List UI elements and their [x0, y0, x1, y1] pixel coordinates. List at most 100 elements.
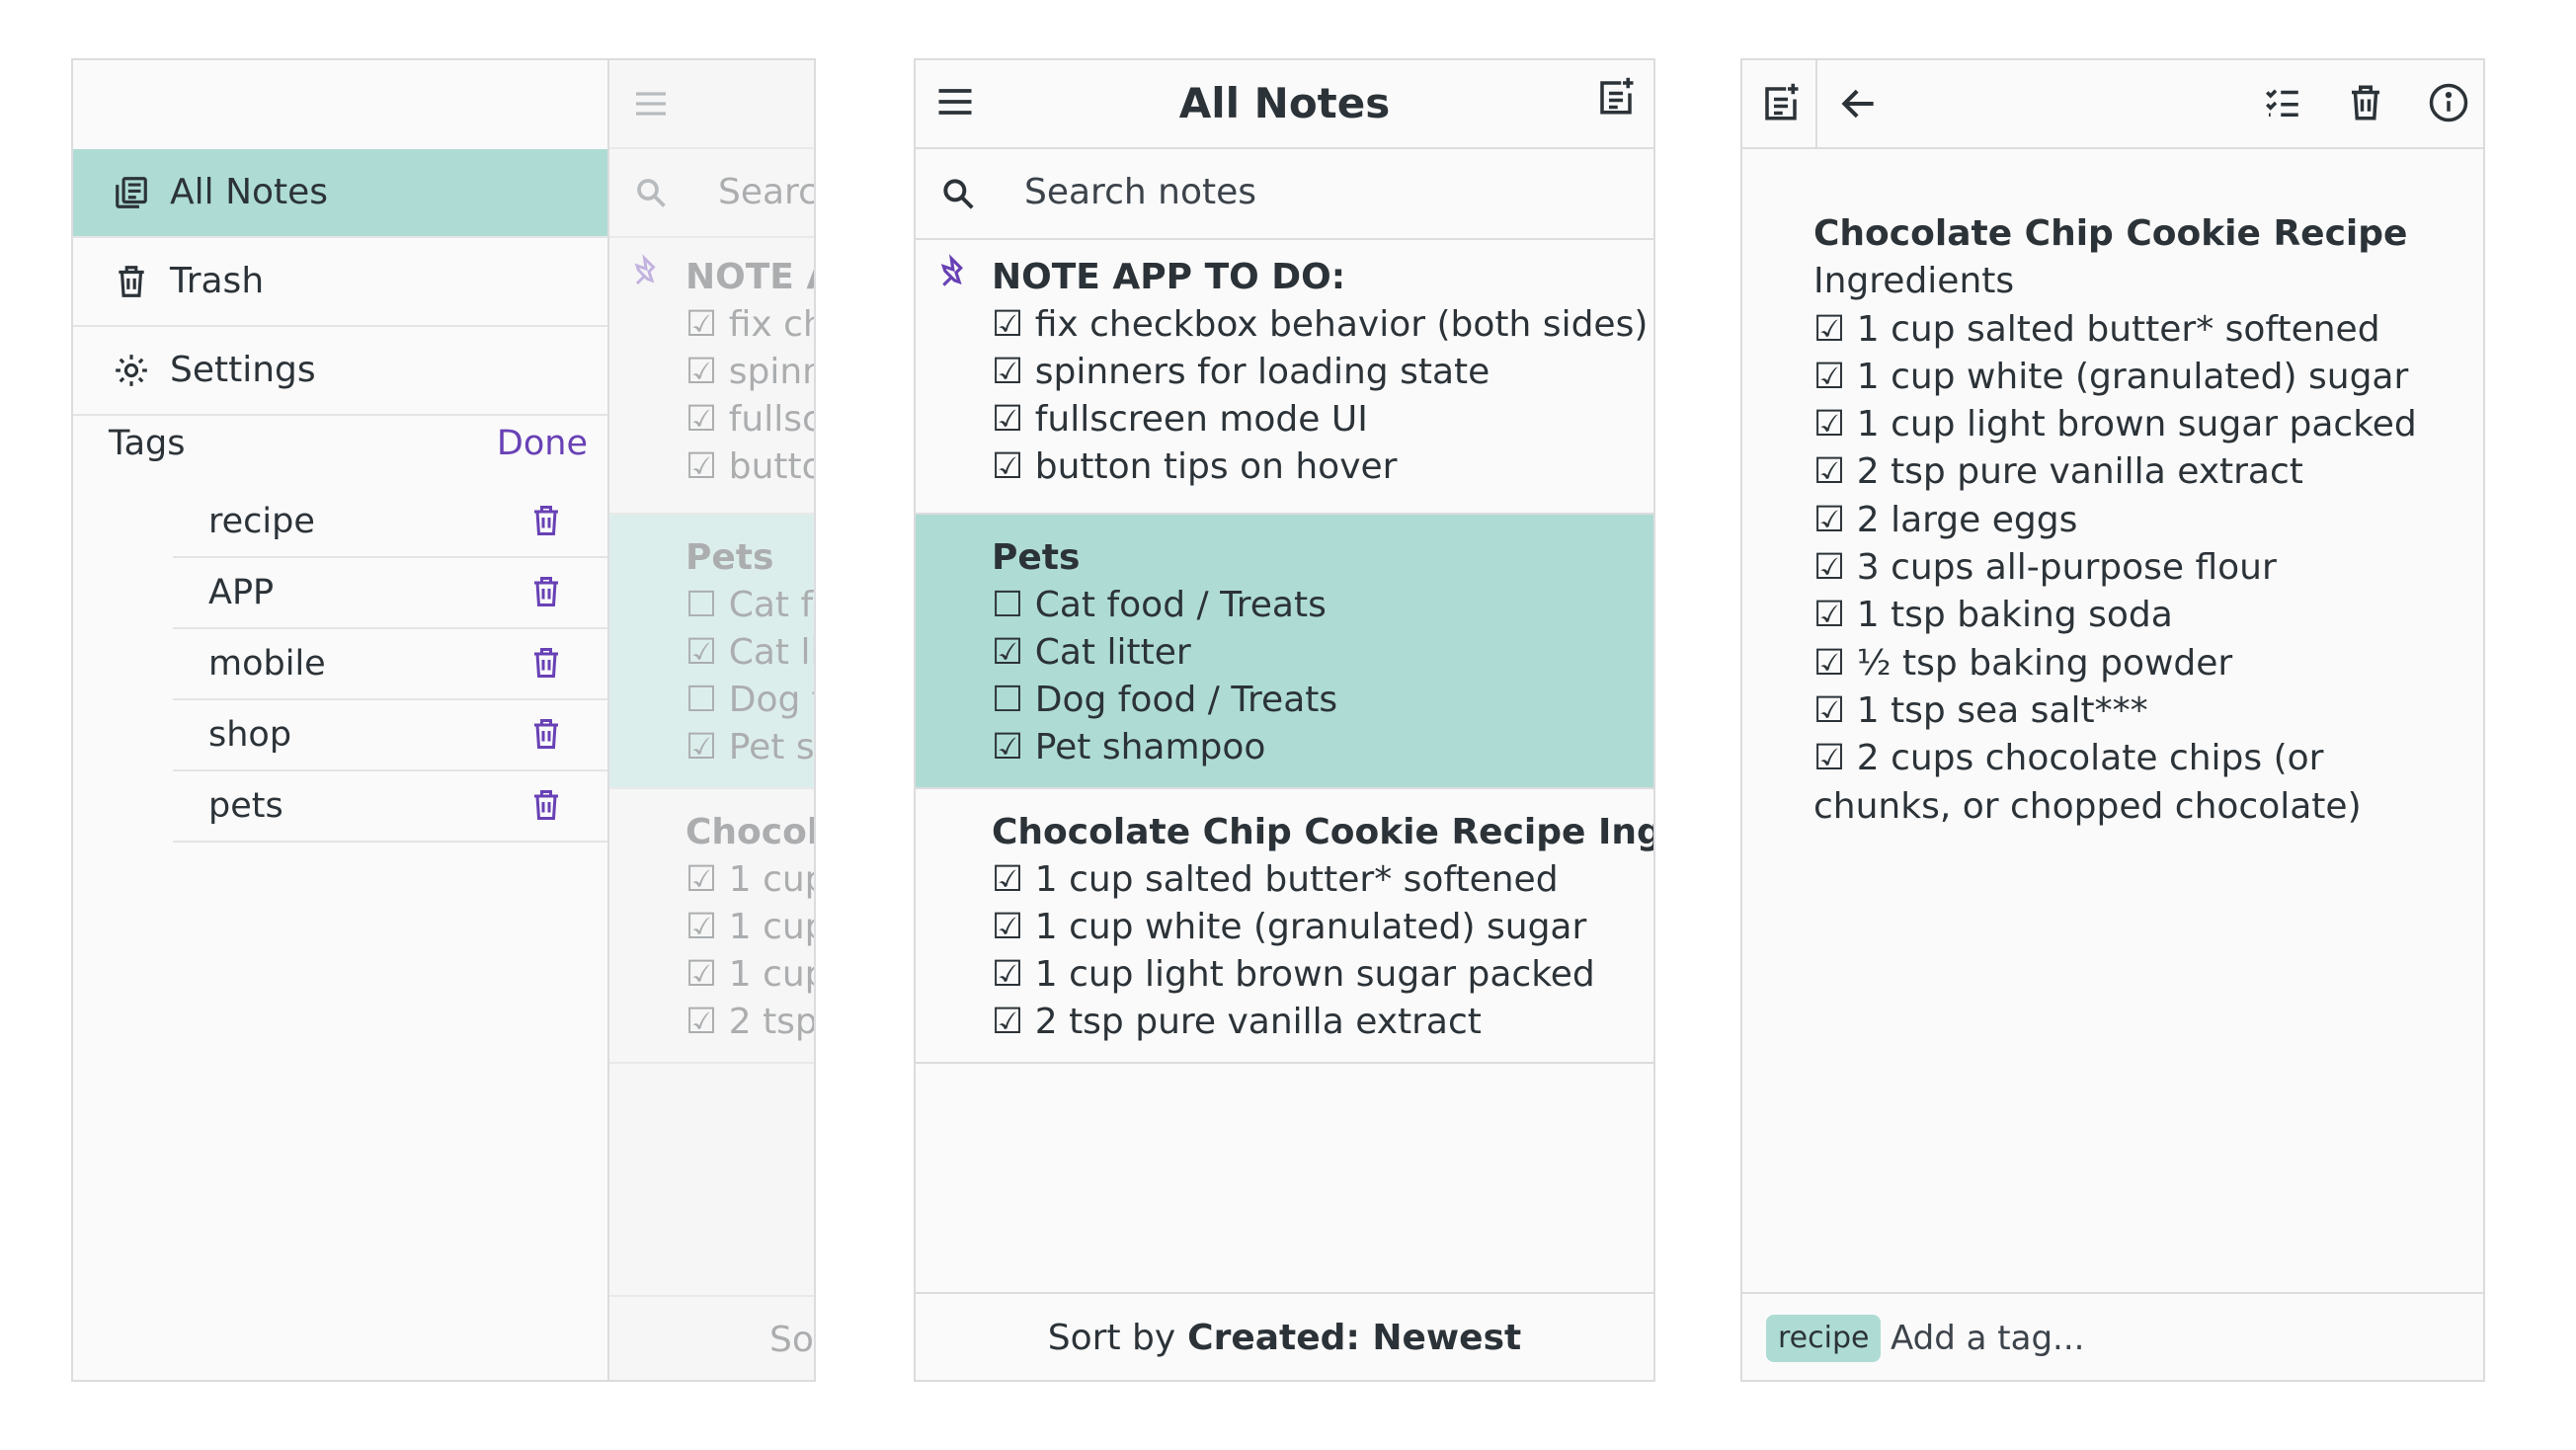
note-item-selected[interactable]: Pets ☐ Cat food / Treats ☑ Cat litter ☐ …: [916, 515, 1653, 789]
sidebar-panel: All Notes Trash Settings Tags Done recip…: [71, 58, 816, 1382]
ghost-note-line: ☑ Pet sh: [685, 727, 815, 767]
note-line: ☑ Pet shampoo: [992, 727, 1266, 767]
checklist-item[interactable]: ☑ 1 cup salted butter* softened: [1813, 306, 2446, 354]
ghost-note-line: ☑ 1 cup: [685, 907, 816, 947]
ghost-sort-label: So: [769, 1320, 814, 1360]
tag-chip[interactable]: recipe: [1766, 1315, 1882, 1362]
checklist-item[interactable]: ☑ 1 cup white (granulated) sugar: [1813, 354, 2446, 401]
trash-icon[interactable]: [2345, 82, 2386, 123]
search-icon: [633, 175, 669, 210]
trash-icon: [113, 263, 150, 300]
sidebar-item-all-notes[interactable]: All Notes: [73, 149, 607, 238]
note-item[interactable]: Chocolate Chip Cookie Recipe Ingr... ☑ 1…: [916, 789, 1653, 1064]
add-tag-input[interactable]: Add a tag...: [1891, 1314, 2084, 1363]
sort-bar[interactable]: Sort by Created: Newest: [916, 1292, 1653, 1380]
back-arrow-icon[interactable]: [1837, 82, 1881, 125]
checklist-item[interactable]: ☑ ½ tsp baking powder: [1813, 640, 2446, 687]
trash-icon[interactable]: [528, 503, 564, 538]
menu-icon: [631, 84, 671, 123]
editor-panel: Chocolate Chip Cookie Recipe Ingredients…: [1740, 58, 2485, 1382]
sidebar-item-label: All Notes: [170, 172, 329, 212]
ghost-note-line: ☑ 1 cup: [685, 859, 816, 900]
new-note-icon[interactable]: [1595, 76, 1637, 118]
ghost-search: Search: [609, 149, 816, 238]
trash-icon[interactable]: [528, 716, 564, 752]
tag-item[interactable]: shop: [173, 700, 607, 771]
ghost-note-line: ☑ fullscr: [685, 399, 814, 440]
tags-header: Tags Done: [73, 416, 607, 475]
search-input[interactable]: Search notes: [1024, 169, 1256, 216]
ghost-note-title: Pets: [685, 537, 774, 578]
tag-bar: recipe Add a tag...: [1742, 1292, 2483, 1380]
trash-icon[interactable]: [528, 645, 564, 681]
sidebar-item-settings[interactable]: Settings: [73, 327, 607, 416]
ghost-note: Pets ☐ Cat fo ☑ Cat lit ☐ Dog f ☑ Pet sh: [609, 515, 816, 789]
sidebar-item-trash[interactable]: Trash: [73, 238, 607, 327]
info-icon[interactable]: [2428, 82, 2469, 123]
checklist-item[interactable]: ☑ 1 tsp sea salt***: [1813, 687, 2446, 735]
checklist-item[interactable]: ☑ 2 cups chocolate chips (or chunks, or …: [1813, 735, 2446, 831]
note-line: ☑ 1 cup salted butter* softened: [992, 859, 1559, 900]
tag-name: recipe: [208, 502, 315, 541]
checklist-item[interactable]: ☑ 2 large eggs: [1813, 497, 2446, 544]
note-line: ☑ 2 tsp pure vanilla extract: [992, 1002, 1482, 1042]
checklist-icon[interactable]: [2262, 82, 2303, 123]
ghost-note-title: NOTE A: [685, 257, 814, 297]
toolbar-divider: [1815, 60, 1817, 147]
note-line: ☑ fix checkbox behavior (both sides): [992, 304, 1649, 345]
note-line: ☑ button tips on hover: [992, 446, 1398, 487]
checklist-item[interactable]: ☑ 1 tsp baking soda: [1813, 592, 2446, 639]
trash-icon[interactable]: [528, 787, 564, 823]
ghost-note: NOTE A ☑ fix che ☑ spinn ☑ fullscr ☑ but…: [609, 240, 816, 515]
ghost-note-line: ☐ Dog f: [685, 680, 816, 720]
tag-item[interactable]: pets: [173, 771, 607, 843]
search-bar[interactable]: Search notes: [916, 149, 1653, 240]
tag-item[interactable]: recipe: [173, 487, 607, 558]
note-line: ☑ Cat litter: [992, 632, 1191, 673]
ghost-search-placeholder: Search: [718, 172, 816, 212]
tags-done-button[interactable]: Done: [497, 424, 588, 463]
note-line: ☐ Cat food / Treats: [992, 585, 1327, 625]
pin-icon: [631, 254, 667, 289]
ghost-note-line: ☑ butto: [685, 446, 816, 487]
editor-toolbar: [1742, 60, 2483, 149]
trash-icon[interactable]: [528, 574, 564, 609]
new-note-icon[interactable]: [1760, 82, 1802, 123]
ghost-note-line: ☑ fix che: [685, 304, 814, 345]
tag-name: APP: [208, 573, 275, 612]
ghost-note-line: ☑ 2 tsp: [685, 1002, 816, 1042]
gear-icon: [113, 352, 150, 389]
checklist-item[interactable]: ☑ 2 tsp pure vanilla extract: [1813, 448, 2446, 496]
checklist-item[interactable]: ☑ 1 cup light brown sugar packed: [1813, 401, 2446, 448]
note-subtitle: Ingredients: [1813, 261, 2015, 302]
ghost-note-line: ☑ spinn: [685, 352, 816, 392]
ghost-note-line: ☑ 1 cup: [685, 954, 816, 995]
tag-name: mobile: [208, 644, 326, 684]
page-title: All Notes: [1178, 79, 1391, 127]
note-title: NOTE APP TO DO:: [992, 257, 1346, 297]
sidebar-item-label: Settings: [170, 350, 316, 390]
note-title: Chocolate Chip Cookie Recipe: [1813, 213, 2408, 254]
sidebar-item-label: Trash: [170, 261, 265, 301]
tag-name: pets: [208, 786, 283, 826]
note-title: Chocolate Chip Cookie Recipe Ingr...: [992, 812, 1655, 852]
note-line: ☑ 1 cup light brown sugar packed: [992, 954, 1595, 995]
checklist-item[interactable]: ☑ 3 cups all-purpose flour: [1813, 544, 2446, 592]
note-line: ☑ fullscreen mode UI: [992, 399, 1368, 440]
note-line: ☑ spinners for loading state: [992, 352, 1490, 392]
sort-label: Sort by: [1047, 1318, 1176, 1358]
sidebar-nav: All Notes Trash Settings Tags Done recip…: [73, 60, 609, 1380]
pin-icon[interactable]: [937, 254, 975, 291]
sort-value[interactable]: Created: Newest: [1187, 1318, 1521, 1358]
tag-item[interactable]: APP: [173, 558, 607, 629]
ghost-note-line: ☑ Cat lit: [685, 632, 814, 673]
search-icon: [939, 175, 977, 212]
note-editor-content[interactable]: Chocolate Chip Cookie Recipe Ingredients…: [1813, 210, 2446, 831]
note-item[interactable]: NOTE APP TO DO: ☑ fix checkbox behavior …: [916, 240, 1653, 515]
tag-item[interactable]: mobile: [173, 629, 607, 700]
ghost-toolbar: [609, 60, 814, 149]
note-line: ☑ 1 cup white (granulated) sugar: [992, 907, 1587, 947]
ghost-note-line: ☐ Cat fo: [685, 585, 814, 625]
note-list-panel: All Notes Search notes NOTE APP TO DO: ☑…: [914, 58, 1655, 1382]
note-title: Pets: [992, 537, 1081, 578]
